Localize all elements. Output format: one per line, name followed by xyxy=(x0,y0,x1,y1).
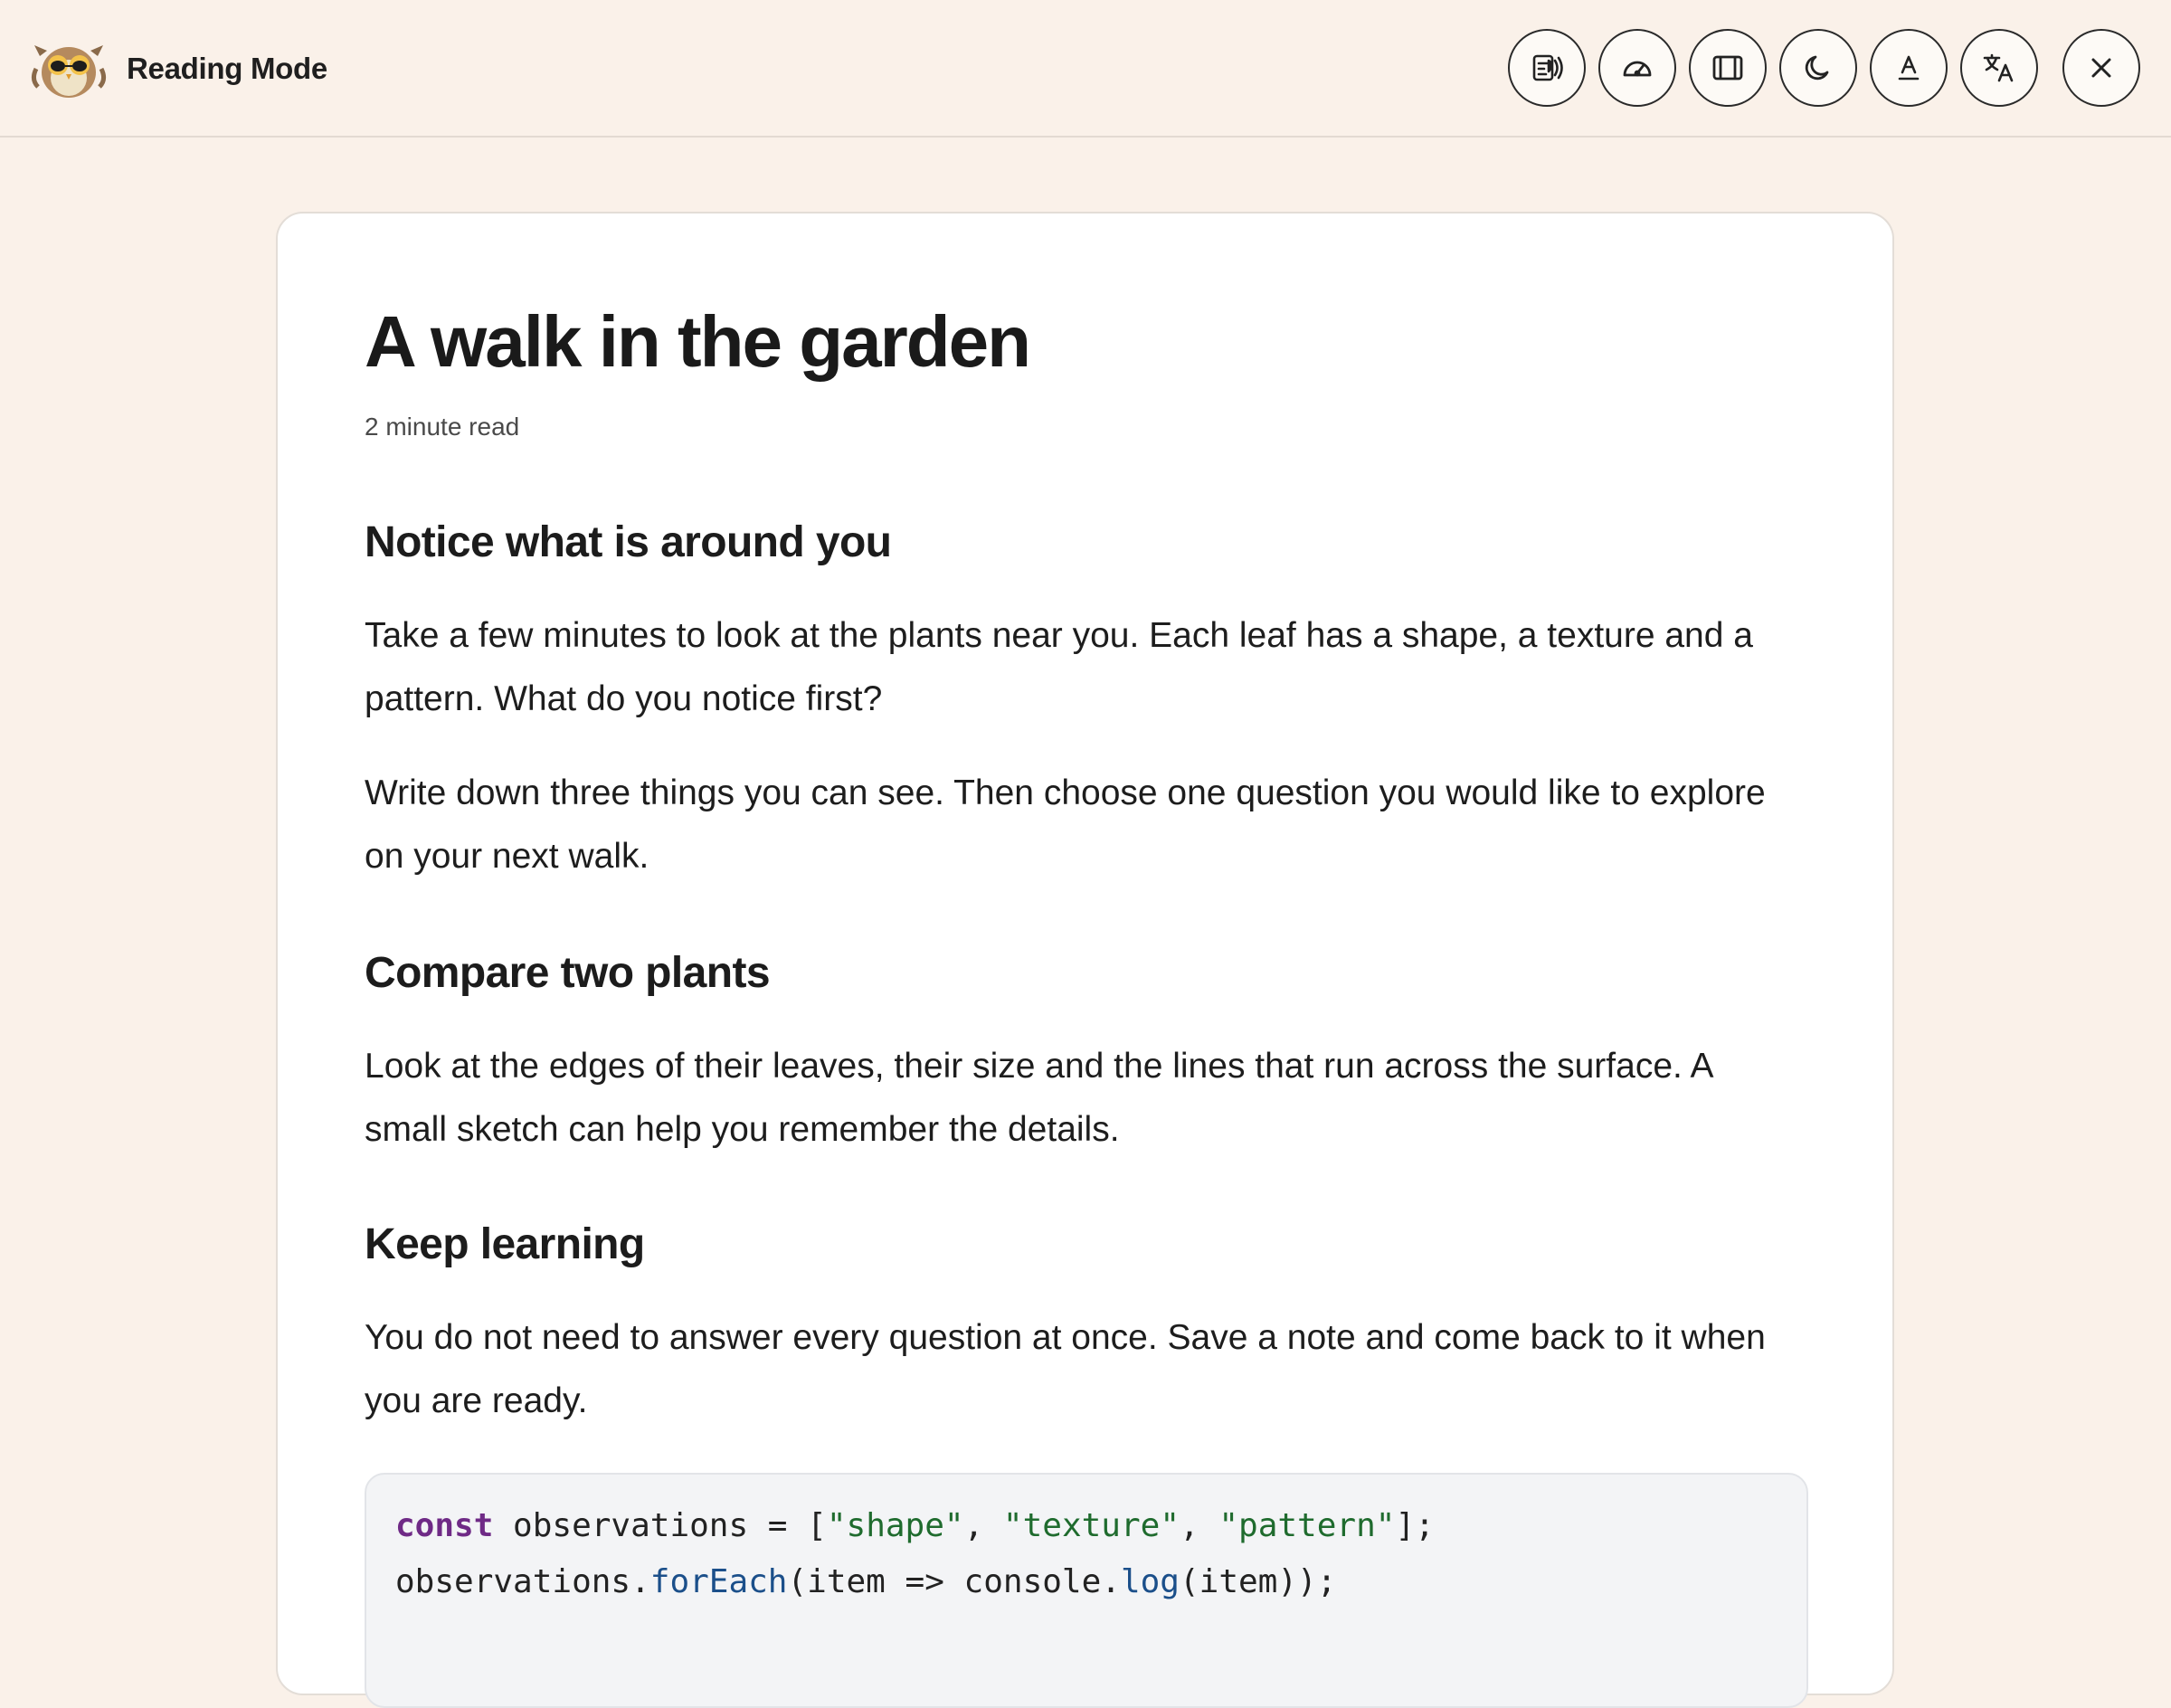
column-width-icon xyxy=(1712,55,1743,81)
code-string: "pattern" xyxy=(1218,1507,1396,1544)
code-block: const observations = ["shape", "texture"… xyxy=(365,1473,1808,1708)
section-paragraph: Look at the edges of their leaves, their… xyxy=(365,1047,1712,1149)
column-width-button[interactable] xyxy=(1689,29,1767,107)
code-text: (item)); xyxy=(1179,1563,1337,1600)
code-line: observations.forEach(item => console.log… xyxy=(395,1563,1336,1600)
code-string: "texture" xyxy=(1002,1507,1180,1544)
code-keyword: const xyxy=(395,1507,494,1544)
read-aloud-icon xyxy=(1532,54,1563,81)
code-text: (item => console. xyxy=(787,1563,1121,1600)
text-style-button[interactable] xyxy=(1870,29,1948,107)
translate-button[interactable] xyxy=(1960,29,2038,107)
code-text: , xyxy=(963,1507,1003,1544)
dark-mode-button[interactable] xyxy=(1779,29,1857,107)
speedometer-icon xyxy=(1623,61,1652,77)
text-format-icon xyxy=(1898,55,1920,81)
close-button[interactable] xyxy=(2062,29,2140,107)
section-paragraph: Write down three things you can see. The… xyxy=(365,773,1766,876)
code-function: log xyxy=(1120,1563,1180,1600)
section-heading: Notice what is around you xyxy=(365,518,892,566)
section-heading: Keep learning xyxy=(365,1220,645,1268)
read-aloud-button[interactable] xyxy=(1508,29,1586,107)
moon-icon xyxy=(1805,55,1829,81)
code-text: observations. xyxy=(395,1563,650,1600)
code-string: "shape" xyxy=(826,1507,964,1544)
close-icon xyxy=(2091,58,2111,78)
article-title: A walk in the garden xyxy=(365,301,1031,382)
reading-speed-button[interactable] xyxy=(1598,29,1676,107)
code-text: ]; xyxy=(1395,1507,1435,1544)
translate-icon xyxy=(1983,53,2014,82)
code-text: observations = [ xyxy=(493,1507,827,1544)
section-paragraph: Take a few minutes to look at the plants… xyxy=(365,616,1753,718)
top-bar: Reading Mode xyxy=(0,0,2171,138)
section-heading: Compare two plants xyxy=(365,949,771,997)
code-text: , xyxy=(1180,1507,1219,1544)
brand: Reading Mode xyxy=(31,36,327,101)
read-time: 2 minute read xyxy=(365,413,520,441)
section-paragraph: You do not need to answer every question… xyxy=(365,1318,1766,1420)
code-line: const observations = ["shape", "texture"… xyxy=(395,1507,1435,1544)
code-function: forEach xyxy=(649,1563,788,1600)
app-title: Reading Mode xyxy=(127,52,327,85)
owl-logo-icon xyxy=(31,45,107,98)
article-card: A walk in the garden 2 minute read Notic… xyxy=(276,212,1894,1708)
